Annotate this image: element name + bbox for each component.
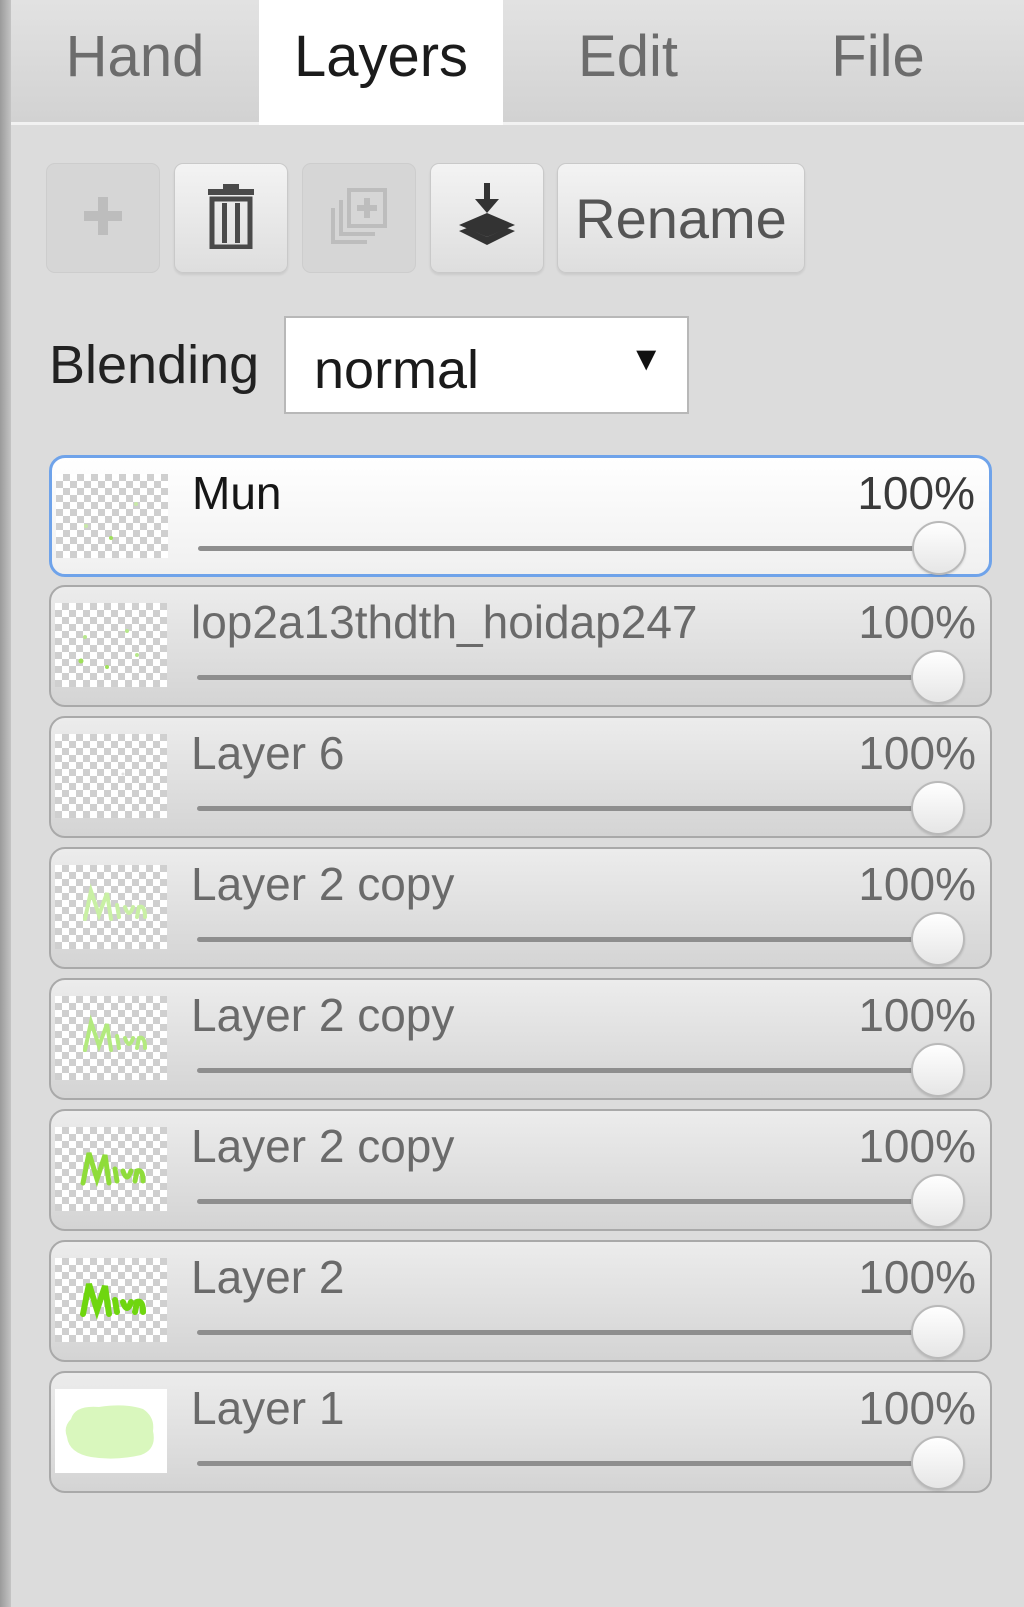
layer-opacity: 100% [858,1382,976,1434]
add-layer-button[interactable] [46,163,160,273]
duplicate-layer-button[interactable] [302,163,416,273]
layer-item[interactable]: Layer 1 100% [49,1371,992,1493]
layer-opacity: 100% [858,989,976,1041]
layer-opacity: 100% [858,727,976,779]
plus-icon [80,193,126,244]
tab-edit[interactable]: Edit [503,0,753,122]
layer-thumbnail [55,603,167,687]
layer-name: Layer 6 [191,727,345,779]
layer-item[interactable]: Mun 100% [49,455,992,577]
layer-name: Layer 1 [191,1382,345,1434]
tab-file[interactable]: File [753,0,1003,122]
blending-label: Blending [49,335,260,395]
layer-thumbnail [55,734,167,818]
layer-item[interactable]: lop2a13thdth_hoidap247 100% [49,585,992,707]
opacity-slider-handle[interactable] [912,521,966,575]
opacity-slider-track[interactable] [197,1330,921,1335]
merge-down-icon [457,182,517,254]
delete-layer-button[interactable] [174,163,288,273]
layer-name: Layer 2 copy [191,858,455,910]
layer-name: Layer 2 copy [191,1120,455,1172]
opacity-slider-handle[interactable] [911,650,965,704]
blending-select[interactable]: normal ▼ [284,316,689,414]
opacity-slider-track[interactable] [197,675,921,680]
opacity-slider-handle[interactable] [911,1436,965,1490]
layer-opacity: 100% [858,1251,976,1303]
window-edge [0,0,11,1607]
opacity-slider-handle[interactable] [911,1174,965,1228]
rename-label: Rename [575,186,787,250]
layer-item[interactable]: Layer 2 copy 100% [49,847,992,969]
layer-thumbnail [55,1127,167,1211]
layer-item[interactable]: Layer 2 copy 100% [49,978,992,1100]
rename-layer-button[interactable]: Rename [557,163,805,273]
layer-thumbnail [56,474,168,558]
tab-bar: Hand Layers Edit File [11,0,1024,125]
opacity-slider-handle[interactable] [911,912,965,966]
layer-opacity: 100% [858,596,976,648]
opacity-slider-track[interactable] [197,1461,921,1466]
layer-thumbnail [55,996,167,1080]
opacity-slider-handle[interactable] [911,1043,965,1097]
layer-name: Layer 2 copy [191,989,455,1041]
layers-panel: Hand Layers Edit File Rename Blending no… [11,0,1024,1607]
opacity-slider-handle[interactable] [911,1305,965,1359]
layer-item[interactable]: Layer 6 100% [49,716,992,838]
tab-layers[interactable]: Layers [259,0,503,125]
blending-value: normal [314,340,480,400]
layer-thumbnail [55,1389,167,1473]
opacity-slider-track[interactable] [197,1199,921,1204]
opacity-slider-track[interactable] [197,806,921,811]
layer-thumbnail [55,865,167,949]
layer-name: Layer 2 [191,1251,345,1303]
tab-hand[interactable]: Hand [11,0,259,122]
merge-down-button[interactable] [430,163,544,273]
duplicate-icon [329,186,389,251]
chevron-down-icon: ▼ [629,340,663,378]
layer-opacity: 100% [858,1120,976,1172]
opacity-slider-handle[interactable] [911,781,965,835]
trash-icon [206,183,256,254]
layer-thumbnail [55,1258,167,1342]
layer-item[interactable]: Layer 2 copy 100% [49,1109,992,1231]
layer-opacity: 100% [858,858,976,910]
opacity-slider-track[interactable] [197,1068,921,1073]
layer-name: Mun [192,467,282,519]
layer-opacity: 100% [857,467,975,519]
opacity-slider-track[interactable] [197,937,921,942]
opacity-slider-track[interactable] [198,546,922,551]
layer-name: lop2a13thdth_hoidap247 [191,596,698,648]
layer-item[interactable]: Layer 2 100% [49,1240,992,1362]
